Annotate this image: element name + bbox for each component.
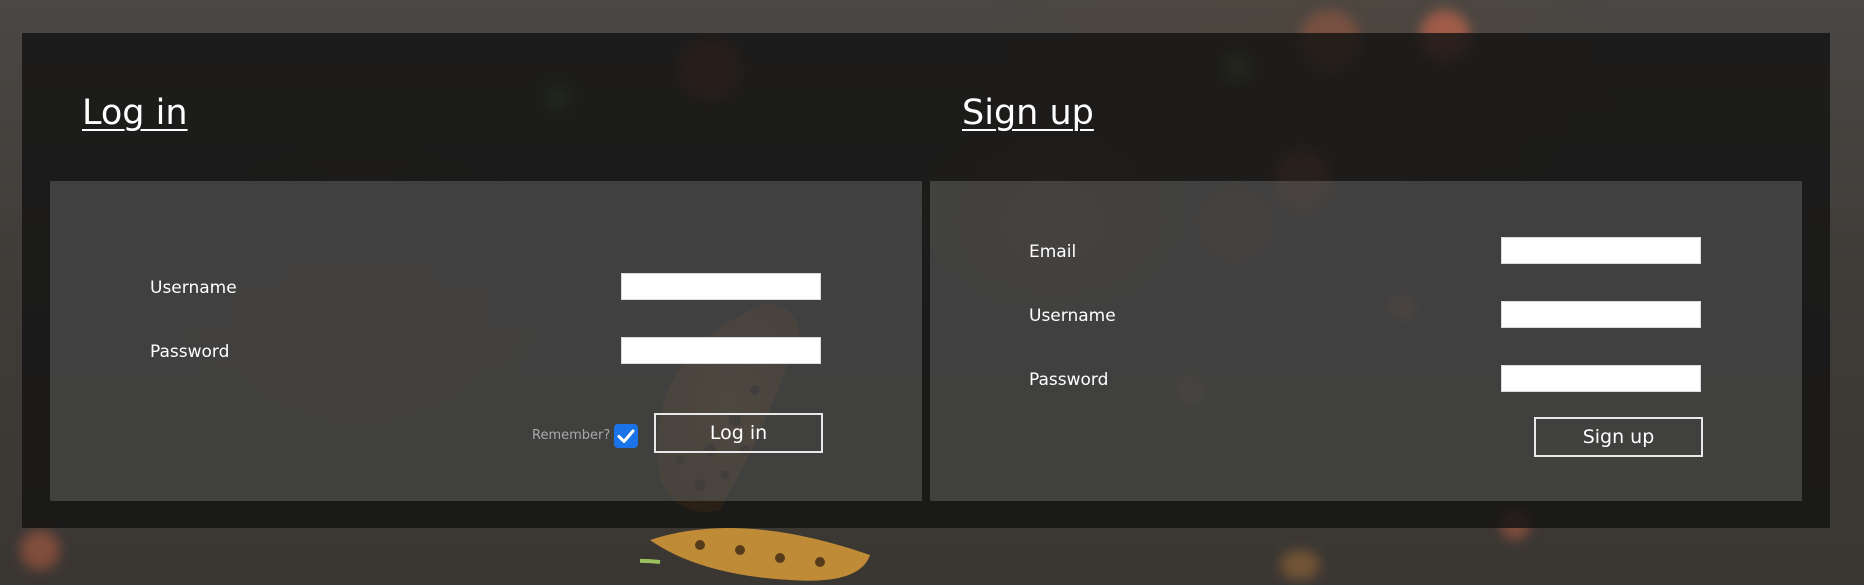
login-heading: Log in [82,93,188,133]
signup-username-input[interactable] [1501,301,1701,328]
login-username-input[interactable] [621,273,821,300]
signup-email-input[interactable] [1501,237,1701,264]
signup-username-label: Username [1029,306,1116,326]
bokeh-light [1280,550,1320,580]
checkmark-icon [617,429,635,443]
signup-email-label: Email [1029,242,1077,262]
signup-heading: Sign up [962,93,1094,133]
signup-password-label: Password [1029,370,1109,390]
login-password-label: Password [150,342,230,362]
login-password-input[interactable] [621,337,821,364]
bokeh-light [20,530,60,570]
signup-button[interactable]: Sign up [1534,417,1703,457]
login-username-label: Username [150,278,237,298]
remember-checkbox[interactable] [614,424,638,448]
remember-label: Remember? [532,428,611,443]
login-button[interactable]: Log in [654,413,823,453]
signup-password-input[interactable] [1501,365,1701,392]
